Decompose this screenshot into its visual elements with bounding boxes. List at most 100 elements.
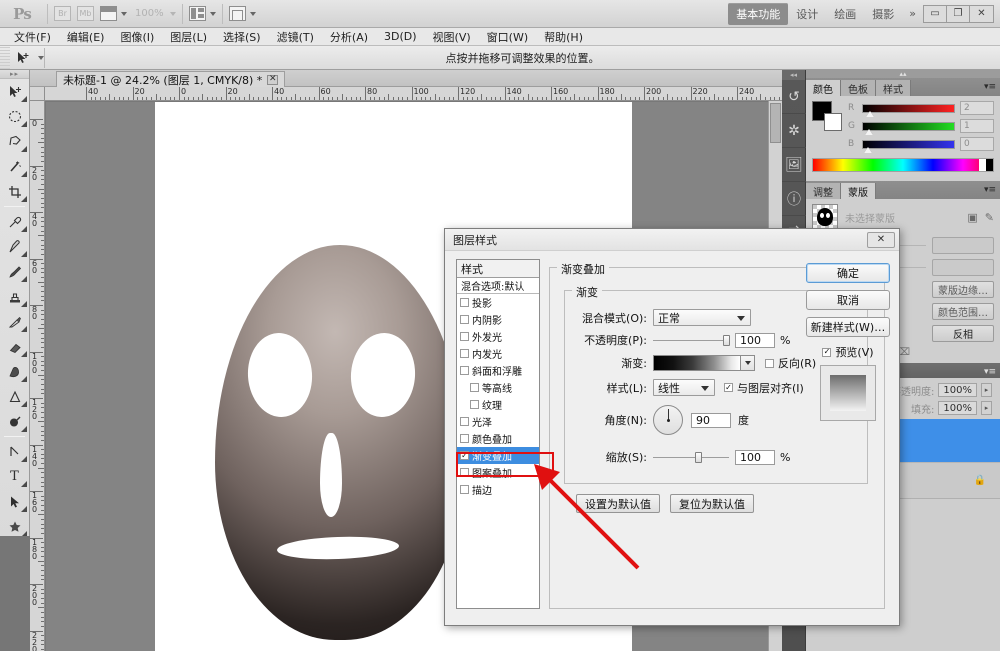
checkbox[interactable] xyxy=(460,332,469,341)
align-layer-checkbox[interactable]: ✓ xyxy=(724,383,733,392)
tool-gradient[interactable] xyxy=(0,359,29,384)
style-item-drop-shadow[interactable]: 投影 xyxy=(457,294,539,311)
tool-clone-stamp[interactable] xyxy=(0,284,29,309)
tool-type[interactable]: T xyxy=(0,464,29,489)
tab-color[interactable]: 颜色 xyxy=(806,80,841,96)
dialog-close-button[interactable]: ✕ xyxy=(867,231,895,248)
style-item-outer-glow[interactable]: 外发光 xyxy=(457,328,539,345)
info-panel-icon[interactable]: ⓘ xyxy=(782,182,806,216)
gradient-style-select[interactable]: 线性 xyxy=(653,379,715,396)
color-range-button[interactable]: 颜色范围… xyxy=(932,303,994,320)
fill-value[interactable]: 100% xyxy=(938,401,977,415)
background-swatch[interactable] xyxy=(824,113,842,131)
checkbox[interactable] xyxy=(460,366,469,375)
tool-eraser[interactable] xyxy=(0,334,29,359)
workspace-tab-photography[interactable]: 摄影 xyxy=(864,3,902,25)
mini-bridge-button[interactable]: Mb xyxy=(74,3,97,25)
slider-r[interactable] xyxy=(862,103,955,117)
dialog-title-bar[interactable]: 图层样式 ✕ xyxy=(445,229,899,251)
tool-path-selection[interactable] xyxy=(0,489,29,514)
tool-blur[interactable] xyxy=(0,384,29,409)
checkbox[interactable] xyxy=(460,315,469,324)
mask-thumbnail[interactable] xyxy=(812,204,838,230)
tool-elliptical-marquee[interactable] xyxy=(0,104,29,129)
close-button[interactable]: ✕ xyxy=(970,6,993,22)
dock-rail-grip[interactable]: ◂◂ xyxy=(782,70,805,80)
tab-styles[interactable]: 样式 xyxy=(876,80,911,96)
style-item-stroke[interactable]: 描边 xyxy=(457,481,539,498)
menu-edit[interactable]: 编辑(E) xyxy=(59,28,113,46)
tab-adjustments[interactable]: 调整 xyxy=(806,183,841,199)
screen-mode-button[interactable] xyxy=(226,3,259,25)
checkbox[interactable] xyxy=(470,400,479,409)
history-panel-icon[interactable]: ↺ xyxy=(782,80,806,114)
minimize-button[interactable]: ▭ xyxy=(924,5,947,22)
style-item-contour[interactable]: 等高线 xyxy=(457,379,539,396)
options-bar-grip[interactable] xyxy=(0,46,10,69)
channel-value-g[interactable]: 1 xyxy=(960,119,994,133)
checkbox[interactable] xyxy=(460,298,469,307)
layer-style-dialog[interactable]: 图层样式 ✕ 样式 混合选项:默认 投影 内阴影 外发光 内发光 斜面和浮雕 等… xyxy=(444,228,900,626)
document-tab[interactable]: 未标题-1 @ 24.2% (图层 1, CMYK/8) * ✕ xyxy=(56,71,286,87)
tool-lasso[interactable] xyxy=(0,129,29,154)
cancel-button[interactable]: 取消 xyxy=(806,290,890,310)
move-tool-icon[interactable] xyxy=(10,47,36,69)
tab-masks[interactable]: 蒙版 xyxy=(841,183,876,199)
bridge-button[interactable]: Br xyxy=(51,3,74,25)
color-spectrum-ramp[interactable] xyxy=(812,158,994,172)
gradient-preview-bar[interactable] xyxy=(653,355,741,371)
scrollbar-thumb[interactable] xyxy=(770,103,781,143)
invert-button[interactable]: 反相 xyxy=(932,325,994,342)
angle-input[interactable]: 90 xyxy=(691,412,731,428)
menu-image[interactable]: 图像(I) xyxy=(112,28,162,46)
face-artwork[interactable] xyxy=(215,245,465,640)
reset-to-default-button[interactable]: 复位为默认值 xyxy=(670,494,754,513)
restore-button[interactable]: ❐ xyxy=(947,5,970,22)
density-value-box[interactable] xyxy=(932,237,994,254)
slider-b[interactable] xyxy=(862,139,955,153)
workspace-tab-painting[interactable]: 绘画 xyxy=(826,3,864,25)
set-as-default-button[interactable]: 设置为默认值 xyxy=(576,494,660,513)
tool-history-brush[interactable] xyxy=(0,309,29,334)
opacity-stepper[interactable]: ▸ xyxy=(981,383,992,397)
tool-crop[interactable] xyxy=(0,179,29,204)
opacity-slider[interactable] xyxy=(653,334,730,346)
zoom-level-display[interactable]: 100% xyxy=(130,3,179,25)
vector-mask-icon[interactable]: ✎ xyxy=(985,211,994,224)
new-style-button[interactable]: 新建样式(W)… xyxy=(806,317,890,337)
checkbox[interactable] xyxy=(460,434,469,443)
style-item-satin[interactable]: 光泽 xyxy=(457,413,539,430)
style-item-color-overlay[interactable]: 颜色叠加 xyxy=(457,430,539,447)
channel-value-r[interactable]: 2 xyxy=(960,101,994,115)
tool-dodge[interactable] xyxy=(0,409,29,434)
scale-slider[interactable] xyxy=(653,451,729,463)
blend-mode-select[interactable]: 正常 xyxy=(653,309,751,326)
gradient-picker-button[interactable] xyxy=(741,355,755,371)
pixel-mask-icon[interactable]: ▣ xyxy=(967,211,977,224)
menu-file[interactable]: 文件(F) xyxy=(6,28,59,46)
blending-options-item[interactable]: 混合选项:默认 xyxy=(457,278,539,294)
checkbox[interactable] xyxy=(460,485,469,494)
slider-g[interactable] xyxy=(862,121,955,135)
menu-analysis[interactable]: 分析(A) xyxy=(322,28,376,46)
panel-menu-icon[interactable]: ▾≡ xyxy=(984,185,996,195)
close-icon[interactable]: ✕ xyxy=(267,74,279,85)
mask-edge-button[interactable]: 蒙版边缘… xyxy=(932,281,994,298)
style-item-inner-glow[interactable]: 内发光 xyxy=(457,345,539,362)
tab-swatches[interactable]: 色板 xyxy=(841,80,876,96)
reverse-checkbox[interactable] xyxy=(765,358,774,368)
color-panel-swatches[interactable] xyxy=(812,101,842,131)
angle-dial[interactable] xyxy=(653,405,683,435)
preview-checkbox[interactable]: ✓ xyxy=(822,347,832,357)
style-item-inner-shadow[interactable]: 内阴影 xyxy=(457,311,539,328)
feather-value-box[interactable] xyxy=(932,259,994,276)
arrange-documents-button[interactable] xyxy=(186,3,219,25)
fill-stepper[interactable]: ▸ xyxy=(981,401,992,415)
style-list[interactable]: 样式 混合选项:默认 投影 内阴影 外发光 内发光 斜面和浮雕 等高线 纹理 光… xyxy=(456,259,540,609)
tool-healing-brush[interactable] xyxy=(0,234,29,259)
panel-menu-icon[interactable]: ▾≡ xyxy=(984,367,996,377)
menu-view[interactable]: 视图(V) xyxy=(425,28,479,46)
ok-button[interactable]: 确定 xyxy=(806,263,890,283)
style-item-bevel-emboss[interactable]: 斜面和浮雕 xyxy=(457,362,539,379)
checkbox[interactable] xyxy=(460,417,469,426)
